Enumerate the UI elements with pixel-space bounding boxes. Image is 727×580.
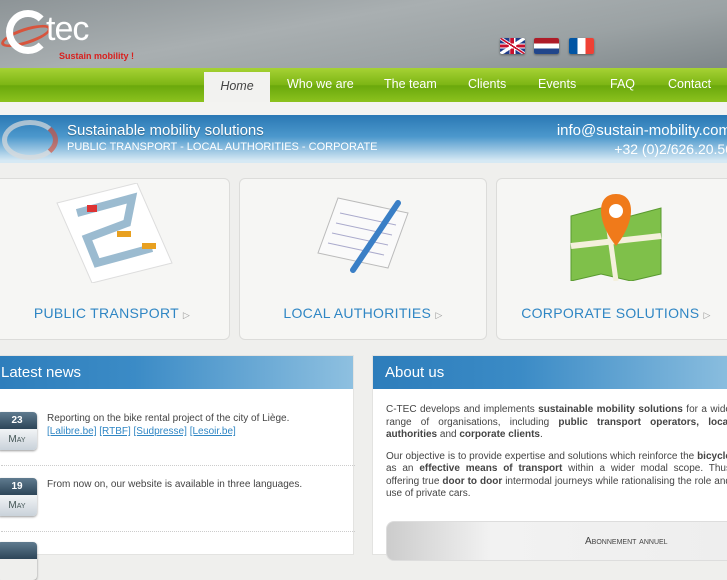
flag-french-icon[interactable]	[569, 38, 594, 54]
banner-logo-icon	[2, 120, 58, 160]
date-month: May	[0, 429, 37, 450]
link-lalibre[interactable]: [Lalibre.be]	[47, 426, 96, 437]
banner: Sustainable mobility solutions PUBLIC TR…	[0, 115, 727, 163]
card-corporate-solutions[interactable]: CORPORATE SOLUTIONS ▷	[496, 178, 727, 340]
nav-faq[interactable]: FAQ	[610, 68, 635, 102]
link-rtbf[interactable]: [RTBF]	[99, 426, 130, 437]
text: and	[437, 429, 460, 440]
latest-news-panel: Latest news 23 May Reporting on the bike …	[0, 355, 355, 559]
contact-phone: +32 (0)2/626.20.50	[614, 141, 727, 157]
card-label: PUBLIC TRANSPORT	[33, 305, 179, 321]
text: .	[539, 429, 543, 440]
promo-text: Abonnement annuel	[585, 536, 668, 547]
news-item: 19 May From now on, our website is availa…	[0, 466, 355, 532]
logo-c	[6, 10, 50, 54]
banner-title: Sustainable mobility solutions	[67, 122, 264, 139]
flag-english-icon[interactable]	[500, 38, 525, 54]
nav-clients[interactable]: Clients	[468, 68, 506, 102]
nav-home[interactable]: Home	[204, 72, 270, 102]
about-us-panel: About us C-TEC develops and implements s…	[372, 355, 727, 561]
card-public-transport[interactable]: PUBLIC TRANSPORT ▷	[0, 178, 230, 340]
card-label: LOCAL AUTHORITIES	[283, 305, 432, 321]
map-pin-icon	[497, 179, 727, 287]
panel-title: About us	[373, 356, 727, 389]
text: sustainable mobility solutions	[538, 404, 683, 415]
date-day: 23	[0, 412, 37, 429]
news-item: 23 May Reporting on the bike rental proje…	[0, 400, 355, 466]
subscription-banner[interactable]: Abonnement annuel	[386, 521, 727, 561]
panel-title: Latest news	[0, 356, 353, 389]
about-text: C-TEC develops and implements sustainabl…	[386, 404, 727, 510]
nav-events[interactable]: Events	[538, 68, 576, 102]
card-local-authorities[interactable]: LOCAL AUTHORITIES ▷	[239, 178, 487, 340]
card-label: CORPORATE SOLUTIONS	[521, 305, 700, 321]
link-sudpresse[interactable]: [Sudpresse]	[134, 426, 187, 437]
banner-subtitle: PUBLIC TRANSPORT - LOCAL AUTHORITIES - C…	[67, 141, 378, 153]
arrow-right-icon: ▷	[182, 310, 191, 320]
site-header: tec Sustain mobility !	[0, 0, 727, 68]
text: C-TEC develops and implements	[386, 404, 539, 415]
nav-the-team[interactable]: The team	[384, 68, 437, 102]
transport-map-icon	[0, 179, 229, 287]
contact-email[interactable]: info@sustain-mobility.com	[557, 122, 727, 139]
arrow-right-icon: ▷	[703, 310, 711, 320]
text: corporate clients	[459, 429, 540, 440]
logo-tagline: Sustain mobility !	[59, 51, 135, 61]
news-text: Reporting on the bike rental project of …	[47, 413, 290, 424]
text: door to door	[442, 475, 503, 487]
date-day: 19	[0, 478, 37, 495]
logo[interactable]: tec Sustain mobility !	[0, 6, 140, 64]
divider	[0, 102, 727, 115]
nav-contact-us[interactable]: Contact us	[668, 68, 727, 123]
link-lesoir[interactable]: [Lesoir.be]	[190, 426, 236, 437]
text: as an	[386, 463, 420, 474]
text: effective means of transport	[419, 463, 563, 474]
date-month: May	[0, 495, 37, 516]
flag-dutch-icon[interactable]	[534, 38, 559, 54]
text: bicycle	[697, 450, 727, 462]
date-badge: 23 May	[0, 412, 37, 450]
document-pen-icon	[240, 179, 486, 287]
main-nav: Home Who we are The team Clients Events …	[0, 68, 727, 123]
arrow-right-icon: ▷	[435, 310, 443, 320]
logo-text: tec	[46, 10, 89, 48]
date-badge	[0, 542, 37, 580]
text: Our objective is to provide expertise an…	[386, 450, 698, 462]
nav-who-we-are[interactable]: Who we are	[287, 68, 354, 102]
news-text: From now on, our website is available in…	[47, 479, 303, 490]
date-badge: 19 May	[0, 478, 37, 516]
